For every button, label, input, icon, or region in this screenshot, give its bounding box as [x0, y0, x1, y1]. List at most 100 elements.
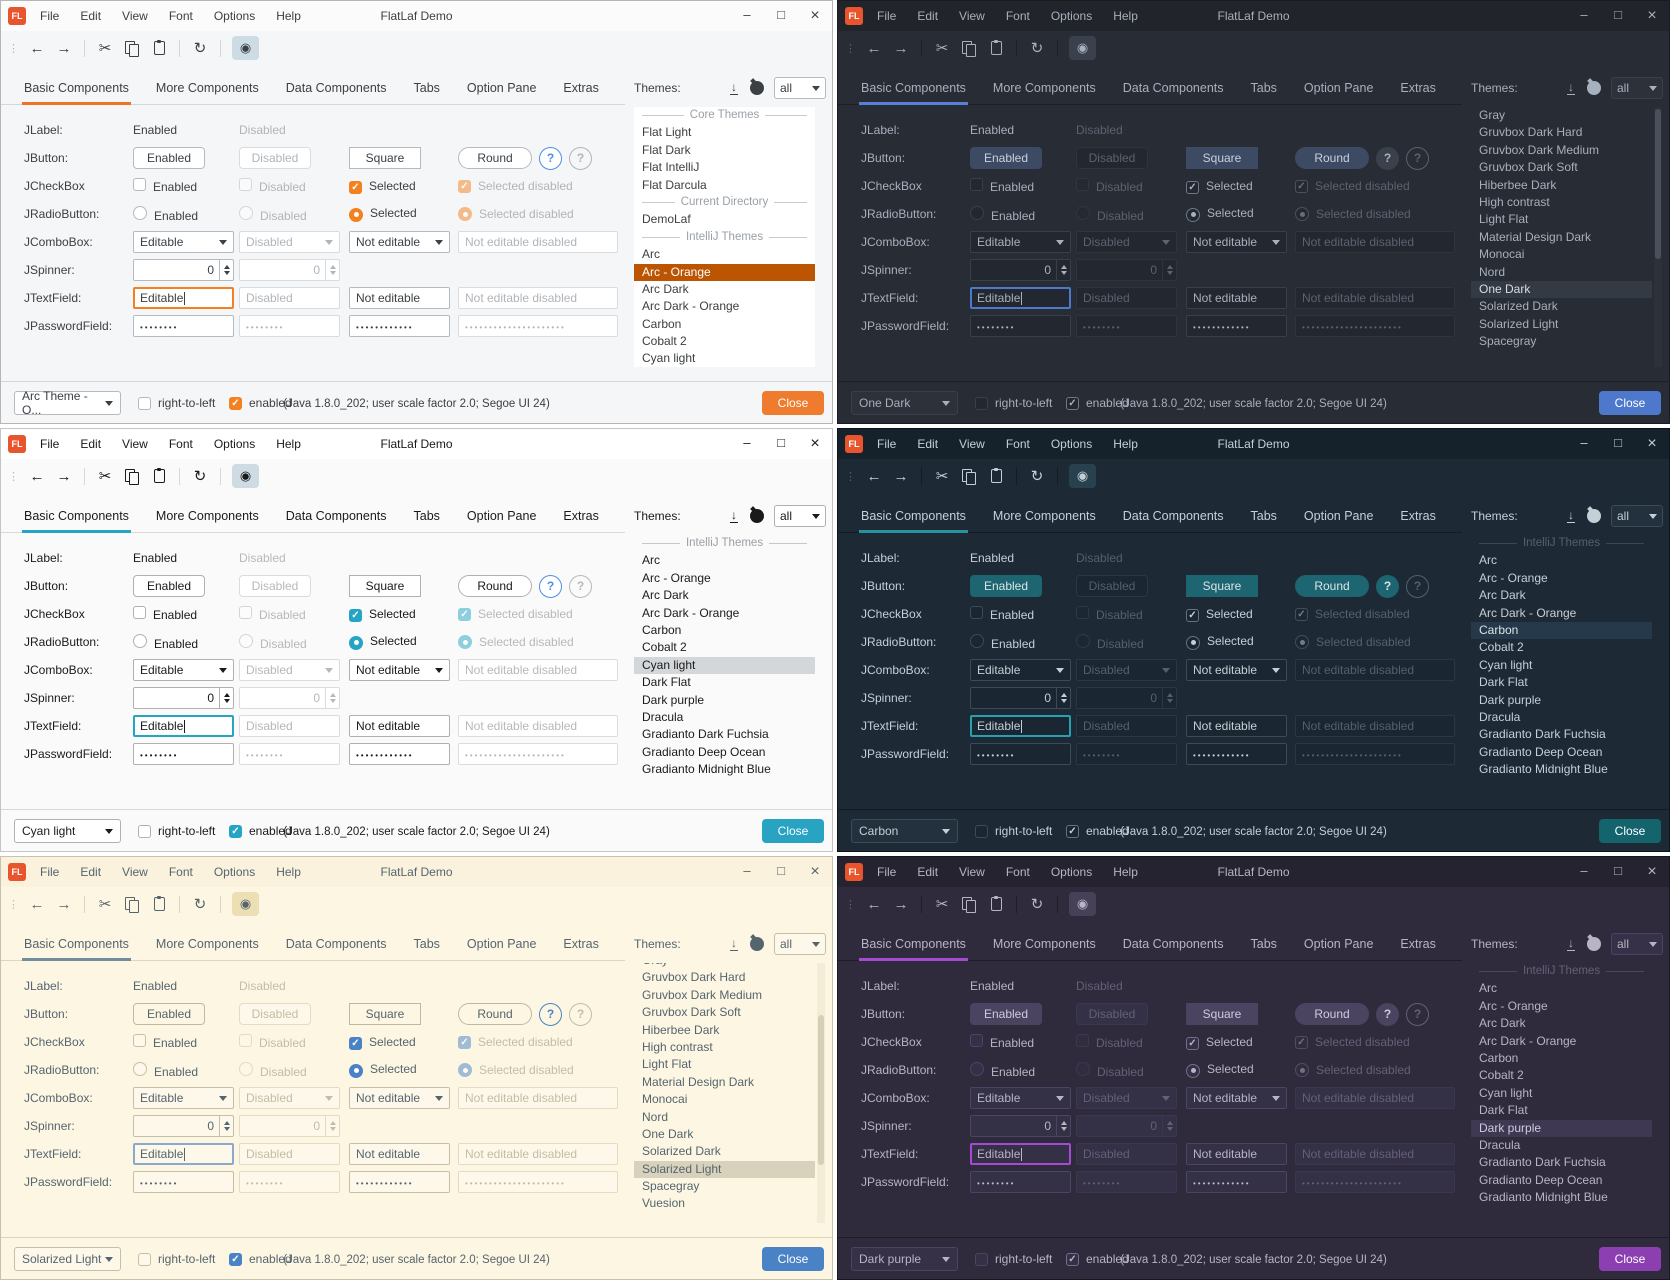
theme-list-item[interactable]: Carbon: [634, 316, 815, 333]
menu-file[interactable]: File: [40, 865, 59, 879]
enabled-checkbox[interactable]: ✓: [1066, 1253, 1079, 1266]
cut-button[interactable]: ✂: [96, 39, 114, 57]
checkbox-selected[interactable]: ✓: [1186, 1037, 1199, 1050]
square-button[interactable]: Square: [349, 575, 421, 597]
paste-button[interactable]: [987, 897, 1005, 911]
menu-view[interactable]: View: [959, 9, 985, 23]
theme-list-item[interactable]: Spacegray: [1471, 333, 1652, 350]
theme-list-item[interactable]: Gradianto Deep Ocean: [1471, 1172, 1652, 1189]
spinner-enabled[interactable]: 0: [970, 1115, 1071, 1137]
theme-filter-combo[interactable]: all: [1611, 77, 1663, 99]
theme-list-item[interactable]: Solarized Light: [634, 1161, 815, 1178]
combobox-editable[interactable]: Editable: [970, 231, 1071, 253]
spinner-down-icon[interactable]: [1061, 1127, 1067, 1134]
textfield-editable[interactable]: Editable: [133, 1143, 234, 1165]
maximize-button[interactable]: □: [1601, 863, 1635, 881]
spinner-down-icon[interactable]: [1061, 699, 1067, 706]
passwordfield-not-editable[interactable]: ••••••••••••: [349, 743, 450, 765]
radio-selected[interactable]: [349, 1064, 363, 1078]
theme-list-item[interactable]: Arc - Orange: [1471, 570, 1652, 587]
menu-help[interactable]: Help: [1113, 437, 1138, 451]
combobox-not-editable[interactable]: Not editable: [1186, 659, 1287, 681]
tab-data-components[interactable]: Data Components: [1123, 927, 1224, 961]
theme-list-item[interactable]: Light Flat: [1471, 211, 1652, 228]
theme-list-item[interactable]: Cobalt 2: [634, 639, 815, 656]
menu-options[interactable]: Options: [1051, 437, 1092, 451]
tab-option-pane[interactable]: Option Pane: [467, 499, 537, 533]
enabled-button[interactable]: Enabled: [133, 1003, 205, 1025]
paste-button[interactable]: [150, 469, 168, 483]
checkbox-enabled[interactable]: [970, 178, 983, 191]
show-hidden-toggle-button[interactable]: ◉: [1069, 464, 1096, 488]
theme-list-item[interactable]: Vuesion: [634, 1195, 815, 1212]
combobox-editable[interactable]: Editable: [133, 231, 234, 253]
theme-list-item[interactable]: Cobalt 2: [1471, 1067, 1652, 1084]
copy-button[interactable]: [960, 897, 978, 912]
minimize-button[interactable]: –: [1567, 7, 1601, 25]
theme-list-item[interactable]: Arc: [634, 246, 815, 263]
spinner-enabled[interactable]: 0: [970, 687, 1071, 709]
show-hidden-toggle-button[interactable]: ◉: [1069, 36, 1096, 60]
spinner-enabled[interactable]: 0: [133, 259, 234, 281]
enabled-checkbox[interactable]: ✓: [229, 1253, 242, 1266]
theme-filter-combo[interactable]: all: [774, 505, 826, 527]
theme-list-item[interactable]: Gruvbox Dark Medium: [1471, 142, 1652, 159]
menu-view[interactable]: View: [122, 437, 148, 451]
theme-list-item[interactable]: Gradianto Deep Ocean: [1471, 744, 1652, 761]
refresh-button[interactable]: ↻: [1028, 895, 1046, 913]
textfield-not-editable[interactable]: Not editable: [349, 287, 450, 309]
menu-font[interactable]: Font: [1006, 437, 1030, 451]
enabled-button[interactable]: Enabled: [133, 147, 205, 169]
theme-list-item[interactable]: Gradianto Dark Fuchsia: [1471, 726, 1652, 743]
passwordfield-not-editable[interactable]: ••••••••••••: [349, 1171, 450, 1193]
theme-list-item[interactable]: Dracula: [1471, 709, 1652, 726]
textfield-not-editable[interactable]: Not editable: [1186, 715, 1287, 737]
theme-list-item[interactable]: Gradianto Deep Ocean: [634, 744, 815, 761]
tab-data-components[interactable]: Data Components: [1123, 499, 1224, 533]
theme-list-item[interactable]: Arc: [1471, 552, 1652, 569]
round-button[interactable]: Round: [458, 147, 532, 169]
maximize-button[interactable]: □: [764, 7, 798, 25]
close-window-button[interactable]: ×: [798, 435, 832, 453]
enabled-button[interactable]: Enabled: [970, 575, 1042, 597]
theme-list-item[interactable]: Material Design Dark: [1471, 229, 1652, 246]
tab-data-components[interactable]: Data Components: [286, 927, 387, 961]
show-hidden-toggle-button[interactable]: ◉: [232, 36, 259, 60]
tab-extras[interactable]: Extras: [1400, 71, 1435, 105]
copy-button[interactable]: [123, 41, 141, 56]
round-button[interactable]: Round: [458, 1003, 532, 1025]
tab-more-components[interactable]: More Components: [993, 71, 1096, 105]
theme-list-item[interactable]: Cyan light: [1471, 657, 1652, 674]
menu-edit[interactable]: Edit: [80, 865, 101, 879]
paste-button[interactable]: [987, 469, 1005, 483]
square-button[interactable]: Square: [1186, 147, 1258, 169]
download-icon[interactable]: ↓: [730, 82, 738, 95]
cut-button[interactable]: ✂: [933, 39, 951, 57]
download-icon[interactable]: ↓: [730, 938, 738, 951]
back-button[interactable]: ←: [28, 40, 46, 57]
tab-tabs[interactable]: Tabs: [414, 71, 440, 105]
spinner-down-icon[interactable]: [224, 699, 230, 706]
paste-button[interactable]: [987, 41, 1005, 55]
menu-edit[interactable]: Edit: [917, 9, 938, 23]
theme-list-item[interactable]: Dracula: [634, 709, 815, 726]
close-window-button[interactable]: ×: [1635, 863, 1669, 881]
round-button[interactable]: Round: [1295, 1003, 1369, 1025]
textfield-not-editable[interactable]: Not editable: [349, 1143, 450, 1165]
theme-list-item[interactable]: Cobalt 2: [634, 333, 815, 350]
tab-more-components[interactable]: More Components: [993, 499, 1096, 533]
combobox-not-editable[interactable]: Not editable: [349, 231, 450, 253]
tab-more-components[interactable]: More Components: [156, 71, 259, 105]
spinner-up-icon[interactable]: [1061, 690, 1067, 697]
spinner-up-icon[interactable]: [224, 1118, 230, 1125]
tab-option-pane[interactable]: Option Pane: [1304, 499, 1374, 533]
theme-filter-combo[interactable]: all: [774, 77, 826, 99]
tab-data-components[interactable]: Data Components: [286, 499, 387, 533]
tab-basic-components[interactable]: Basic Components: [24, 499, 129, 533]
theme-list[interactable]: IntelliJ ThemesArcArc - OrangeArc DarkAr…: [634, 535, 815, 795]
tab-tabs[interactable]: Tabs: [1251, 499, 1277, 533]
menu-help[interactable]: Help: [276, 9, 301, 23]
close-button[interactable]: Close: [1599, 1247, 1661, 1271]
passwordfield-enabled[interactable]: ••••••••: [970, 743, 1071, 765]
rtl-checkbox[interactable]: [975, 825, 988, 838]
